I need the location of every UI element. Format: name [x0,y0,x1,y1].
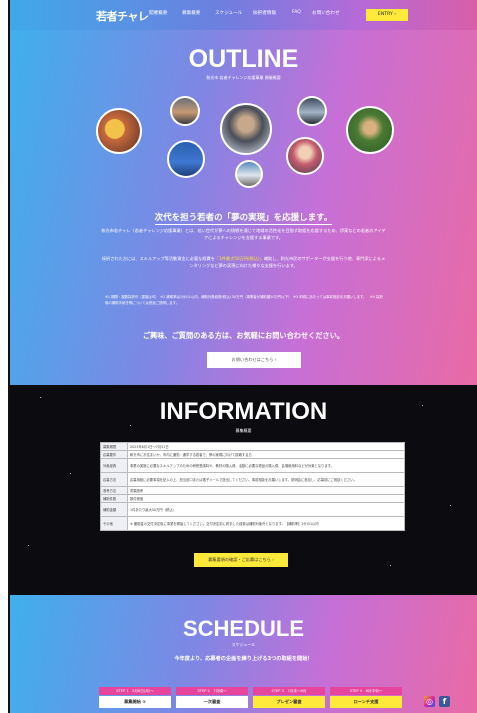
outline-subtitle: 和光市 若者チャレンジ応援事業 開催概要 [206,75,281,80]
contact-lead: ご興味、ご質問のある方は、お気軽にお問い合わせください。 [142,331,345,340]
table-row: 応募方法 応募用紙に必要事項を記入の上、担当窓口または電子メールで提出してください… [100,472,405,487]
outline-paragraph-2: 採択された方には、スキルアップ等活動資金に必要な経費を「1件最大50万円(税込)… [101,256,386,268]
facebook-icon[interactable]: f [439,696,450,707]
photo-group [297,96,327,126]
nav-item-schedule[interactable]: スケジュール [215,10,242,16]
schedule-step-1[interactable]: STEP 1 5月8日(月)〜 募集開始 ① [99,687,171,709]
top-nav: 若者チャレ 開催概要 募集概要 スケジュール 採択者情報 FAQ お問い合わせ … [10,0,477,30]
schedule-lead: 今年度より、応募者の企画を練り上げる3つの取組を開始！ [174,656,313,662]
table-row: 選考方法 書類選考 [100,486,405,495]
outline-paragraph-1: 和光市若チャレ（若者チャレンジ応援事業）とは、若い世代が夢への挑戦を通じて地域の… [101,228,386,240]
photo-children [286,137,324,175]
schedule-title: SCHEDULE [182,616,304,641]
browser-frame: 若者チャレ 開催概要 募集概要 スケジュール 採択者情報 FAQ お問い合わせ … [0,0,477,713]
page: 若者チャレ 開催概要 募集概要 スケジュール 採択者情報 FAQ お問い合わせ … [8,0,477,713]
photo-tag-sign [167,140,205,178]
outline-notes: ※1 期間・複数採択可（重複は可） ※2 補助率は2分の1以内、補助対象経費(税… [105,295,383,305]
schedule-subtitle: スケジュール [231,642,256,647]
information-subtitle: 募集概要 [235,428,252,433]
nav-item-contact[interactable]: お問い合わせ [312,10,340,16]
information-table: 募集期間 2023年6月1日〜7月31日 応募要件 和光市にお住まいか、市内に通勤・… [100,442,405,531]
information-title: INFORMATION [159,398,328,425]
photo-food [96,108,142,154]
info-apply-button[interactable]: 募集要項の確認・ご応募はこちら › [194,553,288,567]
schedule-step-3[interactable]: STEP 3 7月末〜8月 プレゼン審査 [253,687,325,709]
nav-item-outline[interactable]: 開催概要 [149,10,167,16]
photo-workshop [170,96,200,126]
table-row: 対象経費 事業の実施に必要なスキルアップのための研修受講料や、教材の購入費、活動に… [100,458,405,473]
nav-item-recruit[interactable]: 募集概要 [182,10,200,16]
table-row: その他 ※ 補助金の交付決定後に事業を開始してください。交付決定前に着手した経費は… [100,516,405,531]
nav-item-faq[interactable]: FAQ [292,10,301,15]
photo-building [235,160,263,188]
table-row: 補助件数 数件程度 [100,494,405,503]
outline-title: OUTLINE [188,45,299,73]
schedule-step-4[interactable]: STEP 4 8月中旬〜 ローンチ支援 [330,687,402,709]
nav-item-adopted[interactable]: 採択者情報 [253,10,276,16]
schedule-step-2[interactable]: STEP 2 7月頃〜 一次審査 [176,687,248,709]
entry-button[interactable]: ENTRY › [366,9,408,21]
photo-outdoor [346,106,394,154]
site-logo[interactable]: 若者チャレ [96,8,149,24]
instagram-icon[interactable]: ◎ [424,696,435,707]
table-row: 応募要件 和光市にお住まいか、市内に通勤・通学する若者で、夢の実現に向けて挑戦する… [100,450,405,459]
contact-button[interactable]: お問い合わせはこちら › [207,352,301,368]
table-row: 募集期間 2023年6月1日〜7月31日 [100,442,405,451]
outline-lead: 次代を担う若者の「夢の実現」を応援します。 [154,213,333,225]
photo-meeting [220,103,272,155]
table-row: 補助金額 1件あたり最大50万円（税込） [100,502,405,517]
